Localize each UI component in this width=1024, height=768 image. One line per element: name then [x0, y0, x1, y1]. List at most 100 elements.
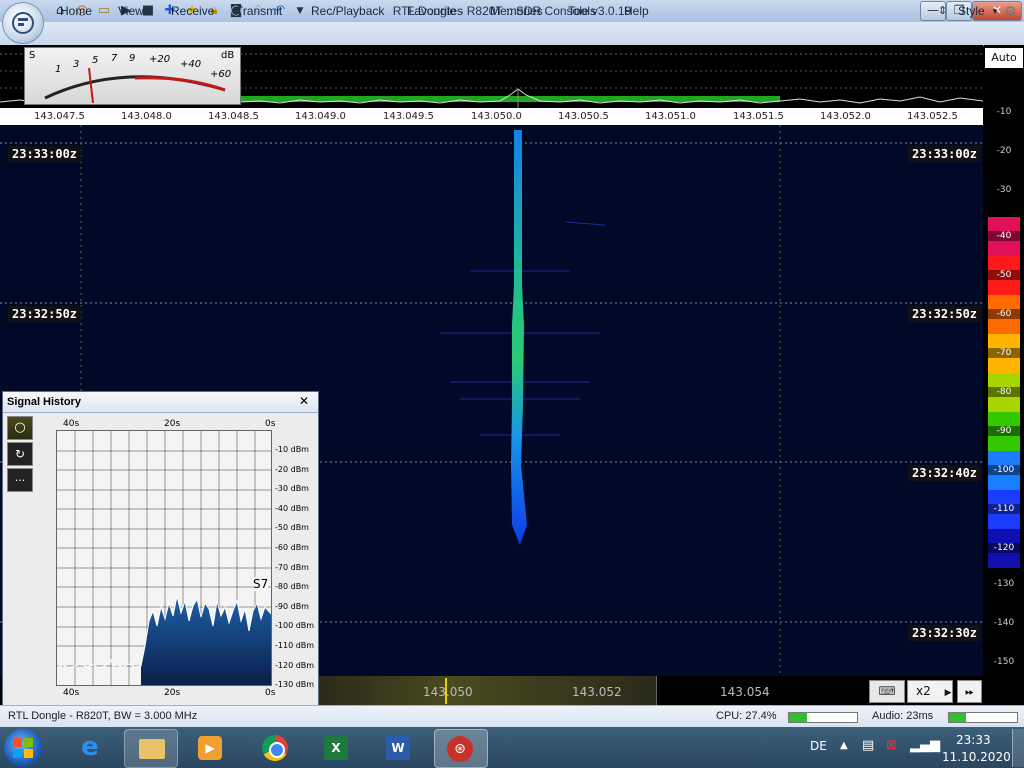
clock-date[interactable]: 11.10.2020	[942, 750, 1011, 764]
color-scale-segment: -90	[988, 412, 1020, 451]
dbm-label: -20 dBm	[275, 464, 309, 474]
dbm-scale: -10 dBm -20 dBm -30 dBm -40 dBm -50 dBm …	[275, 440, 314, 695]
frequency-scroll-bar[interactable]: 143.050 143.052 143.054 ⌨ x2 ▶ ⏩︎	[317, 676, 984, 705]
zoom-button[interactable]: x2 ▶	[907, 680, 953, 703]
open-folder-icon[interactable]: ▭	[96, 3, 112, 19]
excel-icon[interactable]: X	[310, 729, 362, 766]
db-tick: -60	[988, 308, 1020, 319]
audio-status: Audio: 23ms	[872, 710, 934, 722]
style-dropdown-icon[interactable]: ▼	[991, 0, 999, 23]
db-tick: -80	[988, 386, 1020, 397]
media-player-icon[interactable]: ▶	[184, 729, 236, 766]
device-status: RTL Dongle - R820T, BW = 3.000 MHz	[8, 710, 198, 722]
dbm-label: -100 dBm	[275, 621, 315, 631]
app-menu-button[interactable]	[2, 2, 44, 44]
sdr-console-taskbar-icon[interactable]: ⊛	[434, 729, 488, 768]
history-time-label: 0s	[265, 419, 276, 429]
start-button[interactable]	[4, 729, 42, 767]
zoom-label: x2	[916, 684, 931, 698]
internet-explorer-icon[interactable]: e	[64, 729, 116, 766]
freq-tick: 143.049.0	[295, 111, 346, 122]
time-label: 23:33:00z	[8, 146, 82, 162]
tray-signal-icon[interactable]: ▂▄▆	[910, 738, 940, 753]
show-desktop-button[interactable]	[1012, 729, 1024, 767]
reset-icon[interactable]: ↻	[7, 442, 33, 466]
cpu-meter	[788, 712, 858, 723]
s-reading: S7	[253, 577, 269, 591]
qat-dropdown-icon[interactable]: ▼	[292, 3, 308, 19]
bottom-freq-label: 143.050	[423, 685, 473, 699]
history-time-label: 40s	[63, 688, 80, 698]
settings-gear-icon[interactable]: ⚙	[1004, 0, 1017, 23]
dbm-label: -70 dBm	[275, 562, 309, 572]
db-scale[interactable]: -10 -20 -30 -40 -50 -60 -70 -80 -90 -100 -110 -1…	[984, 45, 1024, 705]
freq-tick: 143.052.5	[907, 111, 958, 122]
dbm-label: -40 dBm	[275, 503, 309, 513]
tray-network-warning-icon[interactable]: ⊠	[886, 738, 897, 753]
tab-receive[interactable]: Receive	[171, 0, 214, 23]
dbm-label: -50 dBm	[275, 523, 309, 533]
tray-device-icon[interactable]: ▤	[862, 738, 874, 753]
db-tick: -70	[988, 347, 1020, 358]
s-tick: 7	[111, 53, 118, 64]
color-scale-segment: -60	[988, 295, 1020, 334]
db-tick: -10	[996, 107, 1012, 117]
tab-transmit[interactable]: Transmit	[236, 0, 282, 23]
plus-tick: +20	[149, 54, 171, 65]
dbm-label: -90 dBm	[275, 601, 309, 611]
db-tick: -100	[988, 464, 1020, 475]
tab-home[interactable]: Home	[60, 0, 92, 23]
style-toggle-icon[interactable]: ⇕	[938, 0, 947, 23]
more-options-button[interactable]: ...	[7, 468, 33, 492]
db-tick: -20	[996, 146, 1012, 156]
app-logo-icon	[12, 12, 34, 34]
signal-history-panel: Signal History ✕ ○ ↻ ... 40s 20s 0s S7 -…	[2, 391, 319, 706]
freq-tick: 143.051.5	[733, 111, 784, 122]
color-scale-segment: -40	[988, 217, 1020, 256]
db-tick: -30	[996, 185, 1012, 195]
db-tick: -40	[988, 230, 1020, 241]
dbm-label: -130 dBm	[275, 680, 315, 690]
zoom-arrow-icon: ▶	[944, 688, 952, 698]
signal-history-close-button[interactable]: ✕	[299, 394, 309, 408]
input-language[interactable]: DE	[810, 739, 827, 753]
time-label: 23:33:00z	[908, 146, 982, 162]
time-label: 23:32:50z	[8, 306, 82, 322]
style-menu[interactable]: Style	[958, 0, 985, 23]
db-tick: -150	[993, 657, 1015, 667]
record-toggle-icon[interactable]: ○	[7, 416, 33, 440]
tab-help[interactable]: Help	[624, 0, 649, 23]
bottom-freq-label: 143.054	[720, 685, 770, 699]
tab-rec-playback[interactable]: Rec/Playback	[311, 0, 384, 23]
color-scale-segment: -100	[988, 451, 1020, 490]
audio-meter	[948, 712, 1018, 723]
s-tick: 5	[92, 55, 99, 66]
tab-view[interactable]: View	[118, 0, 144, 23]
clock-time[interactable]: 23:33	[956, 733, 991, 747]
frequency-axis[interactable]: 143.047.5 143.048.0 143.048.5 143.049.0 …	[0, 108, 983, 125]
dbm-label: -30 dBm	[275, 484, 309, 494]
history-time-label: 20s	[164, 688, 181, 698]
tab-tools[interactable]: Tools	[568, 0, 596, 23]
chrome-icon[interactable]	[248, 729, 300, 766]
time-label: 23:32:30z	[908, 625, 982, 641]
keyboard-icon[interactable]: ⌨	[869, 680, 905, 703]
show-hidden-icons-icon[interactable]: ▲	[840, 740, 848, 751]
cpu-meter-fill	[789, 713, 808, 722]
word-icon[interactable]: W	[372, 729, 424, 766]
db-tick: -90	[988, 425, 1020, 436]
tab-memories[interactable]: Memories	[490, 0, 543, 23]
fast-forward-icon[interactable]: ⏩︎	[957, 680, 982, 703]
color-scale-segment: -110	[988, 490, 1020, 529]
dbm-label: -10 dBm	[275, 445, 309, 454]
freq-tick: 143.050.5	[558, 111, 609, 122]
signal-history-title: Signal History	[7, 396, 81, 408]
ribbon-tab-bar	[0, 22, 1024, 46]
db-tick: -140	[993, 618, 1015, 628]
s-tick: 1	[55, 64, 62, 75]
tab-favourites[interactable]: Favourites	[407, 0, 463, 23]
cpu-status: CPU: 27.4%	[716, 710, 777, 722]
explorer-folder-icon[interactable]	[124, 729, 178, 768]
signal-history-chart: S7	[56, 430, 272, 686]
auto-level-button[interactable]: Auto	[985, 48, 1023, 68]
